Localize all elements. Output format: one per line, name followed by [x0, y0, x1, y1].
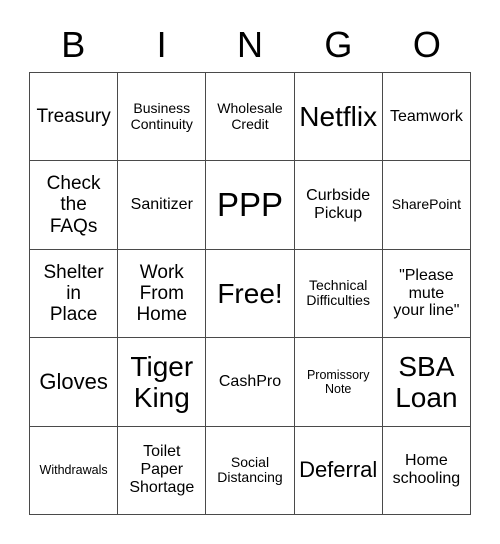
bingo-grid: Treasury Business Continuity Wholesale C…	[29, 72, 471, 515]
bingo-cell-label: Technical Difficulties	[306, 276, 370, 309]
bingo-cell-label: SharePoint	[391, 196, 462, 213]
bingo-cell[interactable]: "Please mute your line"	[382, 249, 471, 339]
bingo-cell[interactable]: Wholesale Credit	[206, 73, 295, 162]
bingo-cell[interactable]: Technical Difficulties	[294, 249, 383, 339]
bingo-cell-label: Treasury	[36, 106, 111, 128]
bingo-cell-label: CashPro	[218, 372, 282, 390]
bingo-cell[interactable]: Deferral	[294, 426, 383, 515]
bingo-cell[interactable]: Gloves	[30, 338, 119, 427]
bingo-cell-label: Gloves	[39, 368, 108, 394]
bingo-cell[interactable]: Social Distancing	[206, 426, 295, 515]
bingo-cell-label: Withdrawals	[39, 463, 108, 478]
bingo-cell[interactable]: Check the FAQs	[30, 161, 119, 250]
bingo-cell-label: PPP	[216, 185, 284, 223]
bingo-cell-label: Social Distancing	[217, 453, 283, 486]
bingo-cell-label: Promissory Note	[306, 367, 370, 396]
bingo-header-row: B I N G O	[29, 18, 471, 72]
bingo-cell-label: Toilet Paper Shortage	[129, 443, 195, 497]
bingo-header-letter-g: G	[324, 24, 353, 65]
bingo-cell-label: Shelter in Place	[43, 261, 104, 326]
bingo-cell[interactable]: Curbside Pickup	[294, 161, 383, 250]
bingo-header-letter-b: B	[61, 24, 86, 65]
bingo-card: B I N G O Treasury Business Continuity W…	[0, 0, 500, 544]
bingo-cell[interactable]: Toilet Paper Shortage	[118, 426, 207, 515]
bingo-cell-label: Check the FAQs	[46, 173, 101, 237]
bingo-cell-label: "Please mute your line"	[393, 266, 460, 320]
bingo-cell[interactable]: Tiger King	[118, 338, 207, 427]
bingo-cell-label: Business Continuity	[130, 100, 193, 132]
bingo-cell[interactable]: CashPro	[206, 338, 295, 427]
bingo-cell[interactable]: Shelter in Place	[30, 249, 119, 339]
bingo-cell-label: Free!	[217, 277, 283, 309]
bingo-cell[interactable]: SBA Loan	[382, 338, 471, 427]
bingo-cell[interactable]: Netflix	[294, 73, 383, 162]
bingo-cell-label: Curbside Pickup	[306, 187, 371, 223]
bingo-cell-label: Netflix	[299, 101, 378, 133]
bingo-cell[interactable]: Sanitizer	[118, 161, 207, 250]
bingo-cell-label: Tiger King	[130, 350, 194, 413]
bingo-cell[interactable]: Withdrawals	[30, 426, 119, 515]
bingo-cell-label: Teamwork	[389, 107, 463, 125]
bingo-cell-free[interactable]: Free!	[206, 249, 295, 339]
bingo-cell[interactable]: SharePoint	[382, 161, 471, 250]
bingo-cell-label: Home schooling	[392, 452, 461, 488]
bingo-cell[interactable]: Treasury	[30, 73, 119, 162]
bingo-header-letter-i: I	[156, 24, 167, 65]
bingo-cell[interactable]: Work From Home	[118, 249, 207, 339]
bingo-header-letter-n: N	[237, 24, 264, 65]
bingo-cell[interactable]: PPP	[206, 161, 295, 250]
bingo-cell-label: Work From Home	[136, 261, 188, 326]
bingo-cell[interactable]: Business Continuity	[118, 73, 207, 162]
bingo-cell-label: Sanitizer	[130, 196, 193, 214]
bingo-cell[interactable]: Teamwork	[382, 73, 471, 162]
bingo-cell[interactable]: Home schooling	[382, 426, 471, 515]
bingo-cell-label: SBA Loan	[395, 350, 458, 413]
bingo-cell-label: Deferral	[299, 456, 378, 482]
bingo-cell[interactable]: Promissory Note	[294, 338, 383, 427]
bingo-header-letter-o: O	[412, 24, 441, 65]
bingo-cell-label: Wholesale Credit	[217, 100, 283, 132]
